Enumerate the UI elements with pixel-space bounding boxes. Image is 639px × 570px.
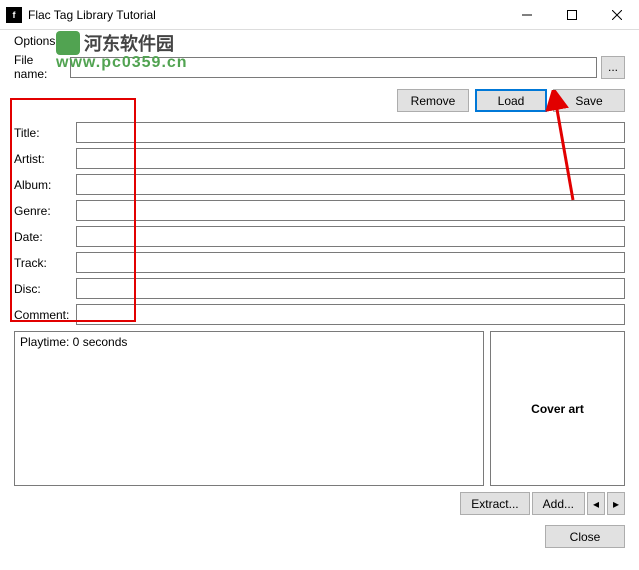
app-icon: f bbox=[6, 7, 22, 23]
album-label: Album: bbox=[14, 178, 76, 192]
close-button[interactable]: Close bbox=[545, 525, 625, 548]
options-menu[interactable]: Options bbox=[14, 34, 70, 48]
save-button[interactable]: Save bbox=[553, 89, 625, 112]
extract-button[interactable]: Extract... bbox=[460, 492, 529, 515]
cover-art-label: Cover art bbox=[531, 402, 584, 416]
minimize-button[interactable] bbox=[504, 0, 549, 29]
window-controls bbox=[504, 0, 639, 29]
playtime-text: Playtime: 0 seconds bbox=[20, 335, 127, 349]
window-title: Flac Tag Library Tutorial bbox=[28, 8, 504, 22]
artist-label: Artist: bbox=[14, 152, 76, 166]
track-input[interactable] bbox=[76, 252, 625, 273]
date-label: Date: bbox=[14, 230, 76, 244]
remove-button[interactable]: Remove bbox=[397, 89, 469, 112]
cover-art-box: Cover art bbox=[490, 331, 625, 486]
playtime-textarea[interactable]: Playtime: 0 seconds bbox=[14, 331, 484, 486]
comment-label: Comment: bbox=[14, 308, 76, 322]
prev-cover-button[interactable]: ◂ bbox=[587, 492, 605, 515]
title-input[interactable] bbox=[76, 122, 625, 143]
next-cover-button[interactable]: ▸ bbox=[607, 492, 625, 515]
browse-button[interactable]: ... bbox=[601, 56, 625, 79]
window-close-button[interactable] bbox=[594, 0, 639, 29]
titlebar: f Flac Tag Library Tutorial bbox=[0, 0, 639, 30]
disc-input[interactable] bbox=[76, 278, 625, 299]
album-input[interactable] bbox=[76, 174, 625, 195]
date-input[interactable] bbox=[76, 226, 625, 247]
genre-input[interactable] bbox=[76, 200, 625, 221]
artist-input[interactable] bbox=[76, 148, 625, 169]
menu-bar: Options bbox=[14, 34, 625, 48]
filename-input[interactable] bbox=[70, 57, 597, 78]
filename-label: File name: bbox=[14, 53, 70, 81]
track-label: Track: bbox=[14, 256, 76, 270]
genre-label: Genre: bbox=[14, 204, 76, 218]
comment-input[interactable] bbox=[76, 304, 625, 325]
disc-label: Disc: bbox=[14, 282, 76, 296]
load-button[interactable]: Load bbox=[475, 89, 547, 112]
add-cover-button[interactable]: Add... bbox=[532, 492, 585, 515]
title-label: Title: bbox=[14, 126, 76, 140]
maximize-button[interactable] bbox=[549, 0, 594, 29]
